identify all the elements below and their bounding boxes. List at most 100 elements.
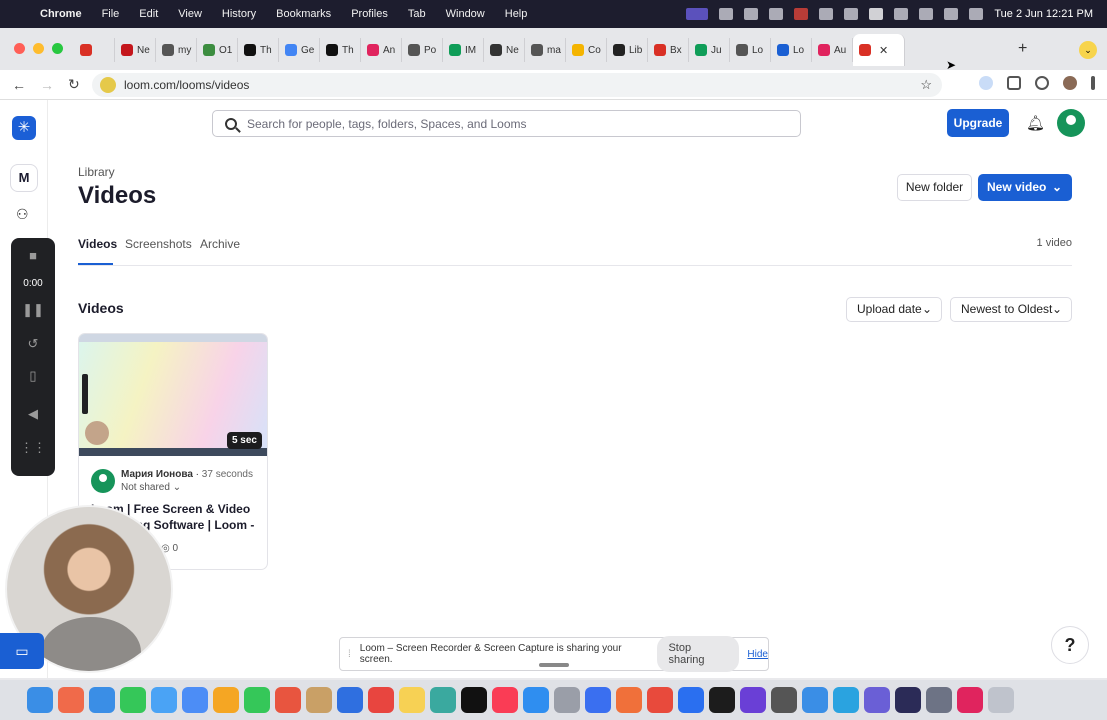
- dock-app-icon[interactable]: [182, 687, 208, 713]
- video-thumbnail[interactable]: 5 sec: [79, 334, 267, 456]
- breadcrumb[interactable]: Library: [78, 165, 115, 179]
- drag-handle-icon[interactable]: ⋮⋮: [11, 440, 55, 456]
- profile-avatar[interactable]: [1063, 76, 1077, 90]
- sharing-dropdown[interactable]: Not shared ⌄: [121, 482, 181, 493]
- loom-extension-icon[interactable]: [1035, 76, 1049, 90]
- sort-field-dropdown[interactable]: Upload date ⌄: [846, 297, 942, 322]
- tab-videos[interactable]: Videos: [78, 237, 117, 251]
- menu-file[interactable]: File: [102, 8, 120, 20]
- password-icon[interactable]: [744, 8, 759, 20]
- notifications-bell-icon[interactable]: 🔔︎: [1026, 114, 1045, 132]
- browser-tab[interactable]: Co: [566, 38, 607, 62]
- tab-search-chevron-icon[interactable]: ⌄: [1079, 41, 1097, 59]
- pause-icon[interactable]: ❚❚: [11, 302, 55, 318]
- stats-icon[interactable]: [719, 8, 734, 20]
- browser-tab[interactable]: Lo: [730, 38, 771, 62]
- menu-chrome[interactable]: Chrome: [40, 8, 82, 20]
- notification-badge-icon[interactable]: [794, 8, 809, 20]
- tab-archive[interactable]: Archive: [200, 237, 240, 251]
- site-info-icon[interactable]: [100, 77, 116, 93]
- dock-app-icon[interactable]: [585, 687, 611, 713]
- dock-app-icon[interactable]: [151, 687, 177, 713]
- close-tab-icon[interactable]: ✕: [879, 44, 888, 57]
- restart-icon[interactable]: ↺: [11, 336, 55, 352]
- dock-app-icon[interactable]: [678, 687, 704, 713]
- dock-app-icon[interactable]: [647, 687, 673, 713]
- dock-app-icon[interactable]: [430, 687, 456, 713]
- keyboard-input-icon[interactable]: [869, 8, 884, 20]
- loom-logo-icon[interactable]: ✳: [12, 116, 36, 140]
- menu-bookmarks[interactable]: Bookmarks: [276, 8, 331, 20]
- dock-app-icon[interactable]: [740, 687, 766, 713]
- forward-arrow-icon[interactable]: →: [40, 77, 56, 93]
- stop-recording-icon[interactable]: ■: [11, 248, 55, 263]
- dock-app-icon[interactable]: [244, 687, 270, 713]
- spotlight-icon[interactable]: [944, 8, 959, 20]
- dock-app-icon[interactable]: [399, 687, 425, 713]
- menubar-clock[interactable]: Tue 2 Jun 12:21 PM: [994, 8, 1093, 20]
- calendar-status-icon[interactable]: [769, 8, 784, 20]
- grid-icon[interactable]: [819, 8, 834, 20]
- hide-link[interactable]: Hide: [747, 649, 768, 660]
- dock-app-icon[interactable]: [306, 687, 332, 713]
- help-button[interactable]: ?: [1051, 626, 1089, 664]
- dock-app-icon[interactable]: [492, 687, 518, 713]
- dock-app-icon[interactable]: [523, 687, 549, 713]
- dock-app-icon[interactable]: [864, 687, 890, 713]
- browser-tab[interactable]: Th: [238, 38, 279, 62]
- chrome-menu-icon[interactable]: [1091, 76, 1095, 90]
- dock-app-icon[interactable]: [337, 687, 363, 713]
- camera-toggle-icon[interactable]: ▭: [0, 633, 44, 669]
- browser-tab[interactable]: Ge: [279, 38, 320, 62]
- browser-tab[interactable]: Th: [320, 38, 361, 62]
- new-folder-button[interactable]: New folder: [897, 174, 972, 201]
- back-arrow-icon[interactable]: ←: [12, 77, 28, 93]
- menu-edit[interactable]: Edit: [139, 8, 158, 20]
- trash-icon[interactable]: ▯: [11, 368, 55, 384]
- control-center-icon[interactable]: [969, 8, 984, 20]
- tab-screenshots[interactable]: Screenshots: [125, 237, 192, 251]
- dock-app-icon[interactable]: [27, 687, 53, 713]
- browser-tab[interactable]: [74, 38, 115, 62]
- browser-tab[interactable]: Ju: [689, 38, 730, 62]
- address-bar[interactable]: loom.com/looms/videos ☆: [92, 73, 942, 97]
- browser-tab[interactable]: Bx: [648, 38, 689, 62]
- sort-order-dropdown[interactable]: Newest to Oldest ⌄: [950, 297, 1072, 322]
- dock-app-icon[interactable]: [275, 687, 301, 713]
- browser-tab[interactable]: Lib: [607, 38, 648, 62]
- browser-tab[interactable]: Au: [812, 38, 853, 62]
- browser-tab[interactable]: IM: [443, 38, 484, 62]
- new-video-button[interactable]: New video ⌄: [978, 174, 1072, 201]
- dock-app-icon[interactable]: [368, 687, 394, 713]
- menu-window[interactable]: Window: [446, 8, 485, 20]
- dock-app-icon[interactable]: [833, 687, 859, 713]
- dock-app-icon[interactable]: [554, 687, 580, 713]
- sharing-bar-handle[interactable]: [539, 663, 569, 667]
- bookmark-star-icon[interactable]: ☆: [920, 77, 932, 93]
- workspace-switcher[interactable]: M: [10, 164, 38, 192]
- menu-tab[interactable]: Tab: [408, 8, 426, 20]
- menu-view[interactable]: View: [178, 8, 202, 20]
- browser-tab[interactable]: Lo: [771, 38, 812, 62]
- stop-sharing-button[interactable]: Stop sharing: [657, 636, 740, 672]
- browser-tab[interactable]: ma: [525, 38, 566, 62]
- reload-icon[interactable]: ↻: [68, 76, 84, 93]
- battery-icon[interactable]: [894, 8, 909, 20]
- browser-tab[interactable]: Ne: [115, 38, 156, 62]
- extensions-puzzle-icon[interactable]: [1007, 76, 1021, 90]
- password-manager-extension-icon[interactable]: [979, 76, 993, 90]
- browser-tab[interactable]: my: [156, 38, 197, 62]
- minimize-window-button[interactable]: [33, 43, 44, 54]
- zoom-window-button[interactable]: [52, 43, 63, 54]
- search-input[interactable]: Search for people, tags, folders, Spaces…: [247, 117, 527, 131]
- dock-app-icon[interactable]: [926, 687, 952, 713]
- invite-user-icon[interactable]: ⚇: [16, 206, 29, 223]
- dock-app-icon[interactable]: [957, 687, 983, 713]
- new-tab-button[interactable]: +: [1018, 40, 1027, 58]
- user-avatar[interactable]: [1057, 109, 1085, 137]
- screen-share-status-icon[interactable]: [686, 8, 709, 20]
- drag-grip-icon[interactable]: ⁞: [348, 649, 356, 660]
- collapse-icon[interactable]: ◀: [11, 406, 55, 422]
- url-text[interactable]: loom.com/looms/videos: [124, 78, 249, 92]
- menu-help[interactable]: Help: [505, 8, 528, 20]
